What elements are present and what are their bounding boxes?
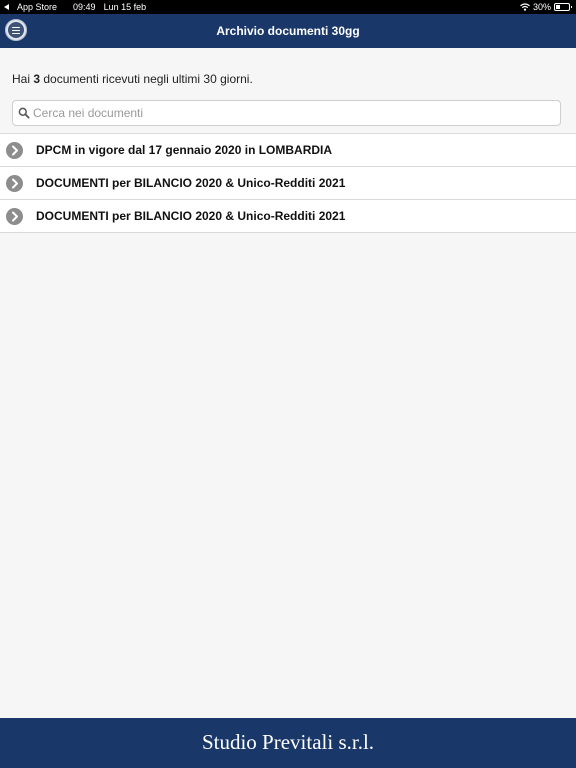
footer-logo: Studio Previtali s.r.l.: [201, 730, 375, 754]
back-arrow-icon: [4, 4, 9, 10]
chevron-right-icon: [6, 142, 23, 159]
summary-prefix: Hai: [12, 72, 34, 86]
search-input[interactable]: [33, 101, 553, 125]
back-app-label: App Store: [17, 2, 58, 12]
documents-list: DPCM in vigore dal 17 gennaio 2020 in LO…: [0, 133, 576, 233]
chevron-right-icon: [6, 208, 23, 225]
document-title: DPCM in vigore dal 17 gennaio 2020 in LO…: [36, 143, 333, 157]
document-title: DOCUMENTI per BILANCIO 2020 & Unico-Redd…: [36, 209, 346, 223]
summary-suffix: documenti ricevuti negli ultimi 30 giorn…: [40, 72, 253, 86]
status-bar: App Store 09:49 Lun 15 feb 30%: [0, 0, 576, 14]
footer: Studio Previtali s.r.l.: [0, 718, 576, 768]
status-date: Lun 15 feb: [103, 2, 147, 12]
chevron-right-icon: [6, 175, 23, 192]
battery-cap: [571, 6, 572, 8]
document-list-item[interactable]: DOCUMENTI per BILANCIO 2020 & Unico-Redd…: [0, 200, 576, 233]
document-list-item[interactable]: DPCM in vigore dal 17 gennaio 2020 in LO…: [0, 134, 576, 167]
documents-summary: Hai 3 documenti ricevuti negli ultimi 30…: [12, 72, 253, 86]
status-right: 30%: [520, 0, 572, 14]
back-to-app-store[interactable]: App Store: [4, 2, 65, 12]
status-time: 09:49: [73, 2, 96, 12]
document-list-item[interactable]: DOCUMENTI per BILANCIO 2020 & Unico-Redd…: [0, 167, 576, 200]
page-title: Archivio documenti 30gg: [216, 24, 360, 38]
status-left: App Store 09:49 Lun 15 feb: [4, 0, 154, 14]
search-box[interactable]: [12, 100, 561, 126]
search-icon: [18, 107, 30, 119]
battery-percent: 30%: [532, 2, 551, 12]
battery-fill: [556, 5, 560, 9]
nav-bar: Archivio documenti 30gg: [0, 14, 576, 48]
battery-icon: [554, 3, 572, 11]
document-title: DOCUMENTI per BILANCIO 2020 & Unico-Redd…: [36, 176, 346, 190]
wifi-icon: [520, 3, 530, 11]
